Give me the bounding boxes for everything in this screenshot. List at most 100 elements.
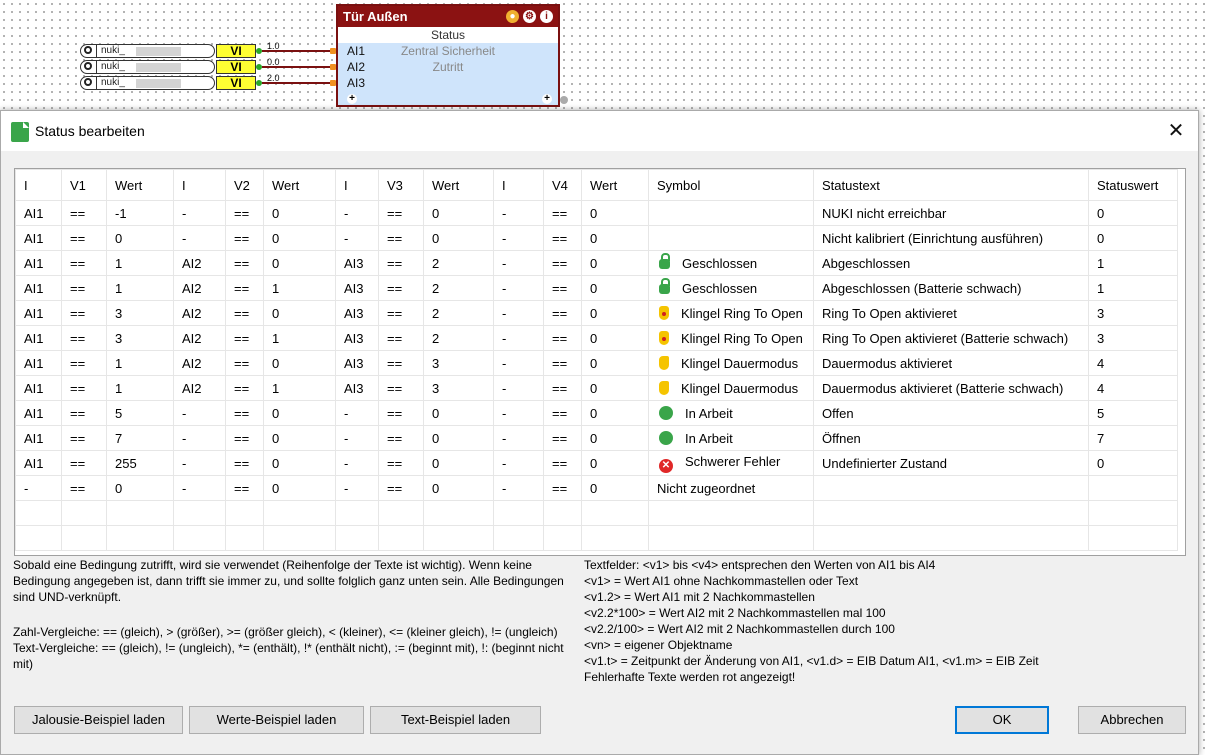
grid-cell[interactable]: ==: [225, 350, 264, 376]
statuswert-cell[interactable]: 1: [1088, 275, 1178, 301]
statuswert-cell[interactable]: 7: [1088, 425, 1178, 451]
grid-cell[interactable]: -: [335, 475, 379, 501]
block-header[interactable]: Tür Außen ● ⚙ i: [338, 6, 558, 27]
symbol-cell[interactable]: ✕ Schwerer Fehler: [648, 450, 814, 476]
grid-cell[interactable]: -: [493, 300, 544, 326]
grid-cell[interactable]: -: [173, 225, 226, 251]
grid-cell[interactable]: ==: [225, 425, 264, 451]
grid-cell[interactable]: ==: [378, 200, 424, 226]
grid-cell[interactable]: -: [493, 200, 544, 226]
grid-cell[interactable]: [543, 500, 582, 526]
grid-cell[interactable]: AI1: [15, 425, 62, 451]
statustext-cell[interactable]: Dauermodus aktivieret (Batterie schwach): [813, 375, 1089, 401]
grid-cell[interactable]: 2: [423, 325, 494, 351]
statustext-cell[interactable]: Dauermodus aktivieret: [813, 350, 1089, 376]
grid-cell[interactable]: 0: [581, 375, 649, 401]
grid-cell[interactable]: AI2: [173, 325, 226, 351]
table-row[interactable]: AI1 == 1 AI2 == 0 AI3 == 3- == 0 Klingel Dauermodus…: [15, 350, 1178, 376]
grid-cell[interactable]: [1088, 525, 1178, 551]
column-header[interactable]: Wert: [423, 169, 494, 201]
grid-cell[interactable]: -: [173, 475, 226, 501]
grid-cell[interactable]: 0: [581, 400, 649, 426]
grid-cell[interactable]: 0: [581, 475, 649, 501]
grid-cell[interactable]: 0: [423, 425, 494, 451]
grid-cell[interactable]: ==: [61, 275, 107, 301]
grid-cell[interactable]: 0: [423, 225, 494, 251]
input-object-2[interactable]: nuki_: [80, 60, 215, 74]
grid-cell[interactable]: AI3: [335, 350, 379, 376]
statustext-cell[interactable]: Ring To Open aktivieret (Batterie schwac…: [813, 325, 1089, 351]
grid-cell[interactable]: ==: [61, 350, 107, 376]
grid-cell[interactable]: ==: [225, 300, 264, 326]
column-header[interactable]: Statuswert: [1088, 169, 1178, 201]
grid-cell[interactable]: [581, 500, 649, 526]
grid-cell[interactable]: ==: [61, 425, 107, 451]
grid-cell[interactable]: -: [335, 400, 379, 426]
grid-cell[interactable]: [378, 500, 424, 526]
grid-cell[interactable]: ==: [378, 325, 424, 351]
statustext-cell[interactable]: Abgeschlossen: [813, 250, 1089, 276]
grid-cell[interactable]: ==: [543, 475, 582, 501]
grid-cell[interactable]: 3: [423, 350, 494, 376]
statuswert-cell[interactable]: 1: [1088, 250, 1178, 276]
grid-cell[interactable]: ==: [378, 450, 424, 476]
grid-cell[interactable]: ==: [61, 450, 107, 476]
empty-row[interactable]: [15, 500, 1178, 526]
grid-cell[interactable]: AI2: [173, 275, 226, 301]
grid-cell[interactable]: ==: [378, 375, 424, 401]
grid-cell[interactable]: ==: [543, 200, 582, 226]
grid-cell[interactable]: -: [173, 425, 226, 451]
grid-cell[interactable]: 0: [423, 475, 494, 501]
grid-cell[interactable]: 0: [581, 325, 649, 351]
grid-cell[interactable]: AI1: [15, 450, 62, 476]
grid-cell[interactable]: AI3: [335, 325, 379, 351]
column-header[interactable]: V4: [543, 169, 582, 201]
statustext-cell[interactable]: Offen: [813, 400, 1089, 426]
grid-cell[interactable]: [648, 500, 814, 526]
statustext-cell[interactable]: Ring To Open aktivieret: [813, 300, 1089, 326]
grid-cell[interactable]: AI2: [173, 350, 226, 376]
symbol-cell[interactable]: Klingel Dauermodus: [648, 350, 814, 376]
grid-cell[interactable]: ==: [61, 200, 107, 226]
grid-cell[interactable]: ==: [225, 375, 264, 401]
grid-cell[interactable]: -: [493, 325, 544, 351]
grid-cell[interactable]: [648, 525, 814, 551]
statuswert-cell[interactable]: 4: [1088, 375, 1178, 401]
grid-cell[interactable]: 2: [423, 300, 494, 326]
grid-cell[interactable]: AI1: [15, 200, 62, 226]
table-row[interactable]: AI1 == 0- == 0- == 0- == 0 Nicht kalibriert (Einr…: [15, 225, 1178, 251]
grid-cell[interactable]: 0: [423, 200, 494, 226]
grid-cell[interactable]: AI2: [173, 300, 226, 326]
grid-cell[interactable]: 0: [581, 300, 649, 326]
grid-cell[interactable]: -: [493, 250, 544, 276]
table-row[interactable]: AI1 == 7- == 0- == 0- == 0 In Arbeit Öffnen 7: [15, 425, 1178, 451]
symbol-cell[interactable]: Nicht zugeordnet: [648, 475, 814, 501]
grid-cell[interactable]: ==: [543, 350, 582, 376]
column-header[interactable]: I: [493, 169, 544, 201]
column-header[interactable]: I: [335, 169, 379, 201]
grid-cell[interactable]: ==: [225, 400, 264, 426]
grid-cell[interactable]: 3: [423, 375, 494, 401]
ok-button[interactable]: OK: [955, 706, 1049, 734]
grid-cell[interactable]: ==: [543, 225, 582, 251]
grid-cell[interactable]: AI1: [15, 350, 62, 376]
symbol-cell[interactable]: [648, 225, 814, 251]
table-row[interactable]: AI1 == -1- == 0- == 0- == 0 NUKI nicht erreichbar…: [15, 200, 1178, 226]
grid-cell[interactable]: [378, 525, 424, 551]
grid-cell[interactable]: -: [173, 450, 226, 476]
grid-cell[interactable]: AI2: [173, 250, 226, 276]
vi-block-2[interactable]: VI: [216, 60, 256, 74]
load-text-example-button[interactable]: Text-Beispiel laden: [370, 706, 541, 734]
add-output-plus-icon[interactable]: +: [542, 94, 552, 104]
grid-cell[interactable]: ==: [543, 400, 582, 426]
statustext-cell[interactable]: Nicht kalibriert (Einrichtung ausführen): [813, 225, 1089, 251]
grid-cell[interactable]: ==: [225, 250, 264, 276]
statustext-cell[interactable]: Undefinierter Zustand: [813, 450, 1089, 476]
grid-cell[interactable]: -1: [106, 200, 174, 226]
input-object-3[interactable]: nuki_: [80, 76, 215, 90]
grid-cell[interactable]: ==: [61, 475, 107, 501]
grid-cell[interactable]: -: [493, 350, 544, 376]
add-input-plus-icon[interactable]: +: [347, 94, 357, 104]
grid-cell[interactable]: [335, 525, 379, 551]
info-icon[interactable]: i: [540, 10, 553, 23]
